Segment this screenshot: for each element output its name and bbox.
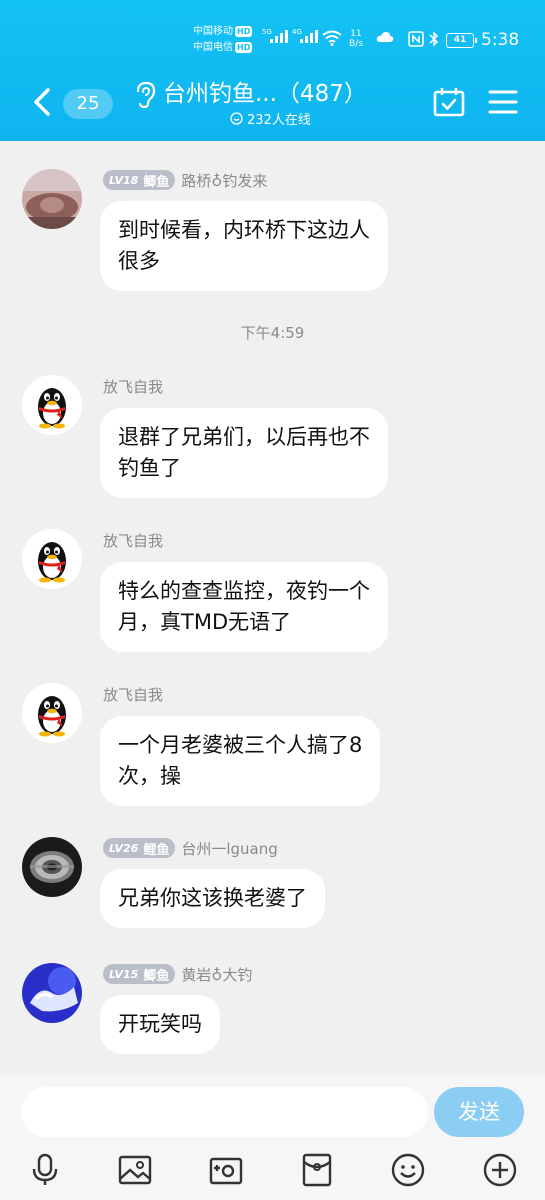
chat-header: 中国移动 HD 中国电信 HD 5G 4G 11 B/s 41 5:38 25 … [0,0,545,141]
message-bubble[interactable]: 兄弟你这该换老婆了 [100,869,325,928]
level-title: 鲤鱼 [143,842,170,858]
microphone-icon[interactable] [28,1153,62,1187]
message-bubble[interactable]: 一个月老婆被三个人搞了8 次，操 [100,716,381,806]
level-title: 鲫鱼 [143,174,170,190]
menu-icon[interactable] [488,89,518,115]
avatar[interactable] [22,837,82,897]
carrier-1: 中国移动 [193,26,233,37]
message-text-line: 兄弟你这该换老婆了 [118,886,307,910]
level-badge: LV15 鲫鱼 [103,964,176,984]
avatar[interactable] [22,963,82,1023]
penguin-avatar-icon [22,375,82,435]
status-time: 5:38 [481,30,520,50]
level-number: LV15 [109,967,139,981]
back-button[interactable] [28,84,58,120]
red-packet-icon[interactable] [300,1153,334,1187]
speed-unit: B/s [349,39,363,49]
sender-name[interactable]: 黄岩♁大钓 [181,964,252,985]
battery-icon: 41 [446,33,477,48]
message-input[interactable] [21,1087,428,1137]
carrier-info: 中国移动 HD 中国电信 HD [193,24,253,56]
bluetooth-icon [429,31,439,47]
unread-count-badge[interactable]: 25 [63,89,113,119]
calendar-icon[interactable] [433,87,465,117]
input-area: 发送 [0,1075,545,1200]
message-bubble[interactable]: 开玩笑吗 [100,995,220,1054]
level-number: LV26 [109,841,139,855]
online-status: 232人在线 [230,109,311,128]
emoji-icon[interactable] [391,1153,425,1187]
message-text-line: 月，真TMD无语了 [118,610,292,634]
camera-icon[interactable] [209,1153,243,1187]
blue-avatar-photo [22,963,82,1023]
send-button[interactable]: 发送 [434,1087,524,1137]
sender-name[interactable]: 台州一lguang [181,838,277,859]
message-text-line: 很多 [118,249,160,273]
plus-icon[interactable] [483,1153,517,1187]
status-bar: 中国移动 HD 中国电信 HD 5G 4G 11 B/s 41 5:38 [0,22,545,62]
signal-icon [300,30,318,43]
sender-row: 放飞自我 [103,376,163,396]
message-text-line: 钓鱼了 [118,456,181,480]
message-text-line: 特么的查查监控，夜钓一个 [118,579,370,603]
avatar[interactable] [22,529,82,589]
nfc-icon [408,31,424,47]
speed-value: 11 [350,29,362,39]
message-text-line: 到时候看，内环桥下这边人 [118,218,370,242]
sender-name[interactable]: 放飞自我 [103,376,163,397]
message-bubble[interactable]: 退群了兄弟们，以后再也不 钓鱼了 [100,408,388,498]
signal-icon [270,30,288,43]
network-speed: 11 B/s [349,29,363,49]
online-count: 232人在线 [247,113,311,128]
group-title[interactable]: 台州钓鱼...（487） [163,74,367,108]
sender-row: 放飞自我 [103,530,163,550]
wifi-icon [322,30,342,46]
level-title: 鲫鱼 [143,968,170,984]
online-icon [230,112,243,125]
sender-name[interactable]: 放飞自我 [103,530,163,551]
avatar[interactable] [22,169,82,229]
message-text-line: 退群了兄弟们，以后再也不 [118,425,370,449]
sender-name[interactable]: 路桥♁钓发来 [181,170,267,191]
penguin-avatar-icon [22,529,82,589]
message-bubble[interactable]: 特么的查查监控，夜钓一个 月，真TMD无语了 [100,562,388,652]
sender-row: LV15 鲫鱼 黄岩♁大钓 [103,964,252,984]
sender-row: 放飞自我 [103,684,163,704]
avatar[interactable] [22,683,82,743]
nav-bar: 25 台州钓鱼...（487） 232人在线 [0,70,545,130]
message-bubble[interactable]: 到时候看，内环桥下这边人 很多 [100,201,388,291]
level-badge: LV18 鲫鱼 [103,170,176,190]
sender-name[interactable]: 放飞自我 [103,684,163,705]
sender-row: LV26 鲤鱼 台州一lguang [103,838,278,858]
hd-badge: HD [235,42,253,53]
avatar[interactable] [22,375,82,435]
level-number: LV18 [109,173,139,187]
hd-badge: HD [235,26,253,37]
avatar-photo [22,169,82,229]
cloud-icon [376,32,394,42]
message-timestamp: 下午4:59 [240,324,305,342]
message-text-line: 开玩笑吗 [118,1012,202,1036]
sender-row: LV18 鲫鱼 路桥♁钓发来 [103,170,267,190]
message-text-line: 一个月老婆被三个人搞了8 [118,733,363,757]
ear-icon[interactable] [133,81,157,109]
chat-message-list[interactable]: LV18 鲫鱼 路桥♁钓发来 到时候看，内环桥下这边人 很多 下午4:59 放飞… [0,141,545,1075]
level-badge: LV26 鲤鱼 [103,838,176,858]
carrier-2: 中国电信 [193,42,233,53]
image-icon[interactable] [118,1153,152,1187]
message-text-line: 次，操 [118,764,181,788]
bearing-avatar-photo [22,837,82,897]
penguin-avatar-icon [22,683,82,743]
